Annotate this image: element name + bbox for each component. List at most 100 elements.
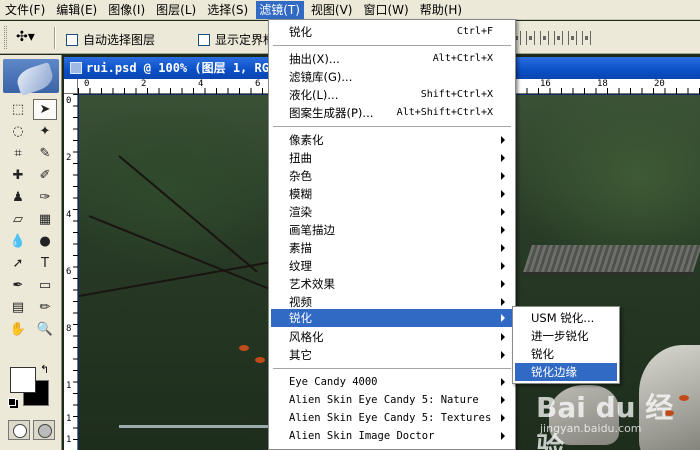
distribute-width-icon[interactable] [568,31,577,45]
foreground-color-swatch[interactable] [10,367,36,393]
submenu-arrow-icon [501,172,505,180]
brush-tool-icon[interactable]: ✐ [33,165,57,186]
menu-edit[interactable]: 编辑(E) [53,1,101,19]
sharpen-usm[interactable]: USM 锐化... [515,309,617,327]
eraser-tool-icon[interactable]: ▱ [6,209,30,230]
sharpen-edges[interactable]: 锐化边缘 [515,363,617,381]
marquee-tool-icon[interactable]: ⬚ [6,99,30,120]
auto-select-layer-box[interactable] [66,33,78,46]
options-grip[interactable] [4,26,7,49]
quick-mask-mode-button[interactable] [33,420,55,440]
gradient-tool-icon[interactable]: ▦ [33,209,57,230]
filter-pixelate[interactable]: 像素化 [271,131,513,149]
ruler-left-label: 4 [66,210,72,220]
filter-last-filter-shortcut: Ctrl+F [456,26,493,37]
filter-eye-candy-nature[interactable]: Alien Skin Eye Candy 5: Nature [271,391,513,409]
distribute-end-icon[interactable] [582,31,591,45]
menu-select[interactable]: 选择(S) [204,1,252,19]
distribute-space-icon[interactable] [554,31,563,45]
pen-tool-icon[interactable]: ✒ [6,275,30,296]
notes-tool-icon[interactable]: ▤ [6,297,30,318]
filter-pattern-maker[interactable]: 图案生成器(P)... Alt+Shift+Ctrl+X [271,104,513,122]
menu-help[interactable]: 帮助(H) [417,1,466,19]
pavilion-roof [522,245,700,275]
ruler-origin[interactable] [64,79,78,94]
magic-wand-tool-icon[interactable]: ✦ [33,121,57,142]
menu-separator [273,126,511,128]
sharpen-usm-label: USM 锐化... [531,311,595,325]
healing-brush-tool-icon[interactable]: ✚ [6,165,30,186]
filter-stylize[interactable]: 风格化 [271,328,513,346]
hand-tool-icon[interactable]: ✋ [6,319,30,340]
lasso-tool-icon[interactable]: ◌ [6,121,30,142]
filter-other[interactable]: 其它 [271,346,513,364]
filter-other-label: 其它 [289,348,312,362]
align-distribute-icons [512,31,591,45]
ruler-top-label: 4 [198,79,204,89]
show-bounds-box[interactable] [198,33,210,46]
history-brush-tool-icon[interactable]: ✑ [33,187,57,208]
sharpen-submenu: USM 锐化... 进一步锐化 锐化 锐化边缘 [512,306,620,384]
filter-texture[interactable]: 纹理 [271,257,513,275]
leaf [255,357,265,363]
zoom-tool-icon[interactable]: 🔍 [33,319,57,340]
menu-window[interactable]: 窗口(W) [360,1,412,19]
sharpen-edges-label: 锐化边缘 [531,365,577,379]
filter-sharpen[interactable]: 锐化 [271,309,513,327]
menu-filter[interactable]: 滤镜(T) [256,0,304,19]
filter-render[interactable]: 渲染 [271,203,513,221]
filter-liquify[interactable]: 液化(L)... Shift+Ctrl+X [271,86,513,104]
options-separator [54,27,56,49]
shape-tool-icon[interactable]: ▭ [33,275,57,296]
auto-select-layer-checkbox[interactable]: 自动选择图层 [66,31,155,48]
crop-tool-icon[interactable]: ⌗ [6,143,30,164]
filter-distort-label: 扭曲 [289,151,312,165]
move-tool-icon[interactable]: ➤ [33,99,57,120]
default-colors-icon[interactable] [8,398,16,406]
filter-artistic-label: 艺术效果 [289,277,335,291]
swap-colors-icon[interactable]: ↰ [40,363,49,376]
auto-select-layer-label: 自动选择图层 [83,33,156,47]
type-tool-icon[interactable]: T [33,253,57,274]
distribute-right-icon[interactable] [540,31,549,45]
filter-noise[interactable]: 杂色 [271,167,513,185]
filter-eye-candy-textures[interactable]: Alien Skin Eye Candy 5: Textures [271,409,513,427]
submenu-arrow-icon [501,333,505,341]
filter-eye-candy-4000[interactable]: Eye Candy 4000 [271,373,513,391]
menu-file[interactable]: 文件(F) [2,1,49,19]
blur-tool-icon[interactable]: 💧 [6,231,30,252]
filter-pattern-maker-shortcut: Alt+Shift+Ctrl+X [396,107,493,118]
sharpen-more[interactable]: 进一步锐化 [515,327,617,345]
menu-view[interactable]: 视图(V) [308,1,357,19]
eyedropper-tool-icon[interactable]: ✏ [33,297,57,318]
filter-distort[interactable]: 扭曲 [271,149,513,167]
filter-eye-candy-4000-label: Eye Candy 4000 [289,376,378,388]
ruler-left-label: 0 [66,96,72,106]
filter-extract[interactable]: 抽出(X)... Alt+Ctrl+X [271,50,513,68]
slice-tool-icon[interactable]: ✎ [33,143,57,164]
filter-artistic[interactable]: 艺术效果 [271,275,513,293]
filter-eye-candy-nature-label: Alien Skin Eye Candy 5: Nature [289,394,479,406]
dodge-tool-icon[interactable]: ● [33,231,57,252]
filter-image-doctor[interactable]: Alien Skin Image Doctor [271,427,513,445]
menu-image[interactable]: 图像(I) [105,1,149,19]
path-selection-tool-icon[interactable]: ➚ [6,253,30,274]
submenu-arrow-icon [501,208,505,216]
clone-stamp-tool-icon[interactable]: ♟ [6,187,30,208]
distribute-hcenter-icon[interactable] [526,31,535,45]
vertical-ruler[interactable]: 0 2 4 6 8 1 1 1 [64,94,78,450]
filter-last-filter[interactable]: 锐化 Ctrl+F [271,23,513,41]
submenu-arrow-icon [501,136,505,144]
filter-brush-strokes[interactable]: 画笔描边 [271,221,513,239]
filter-gallery[interactable]: 滤镜库(G)... [271,68,513,86]
toolbox-header[interactable] [3,59,59,96]
filter-sketch[interactable]: 素描 [271,239,513,257]
show-bounds-checkbox[interactable]: 显示定界框 [198,31,275,48]
baidu-watermark: Bai du 经验 jingyan.baidu.com [536,382,686,450]
ruler-top-label: 2 [141,79,147,89]
filter-blur[interactable]: 模糊 [271,185,513,203]
standard-mode-button[interactable] [8,420,30,440]
move-tool-preset-icon[interactable]: ✣▾ [16,29,46,47]
menu-layer[interactable]: 图层(L) [153,1,200,19]
sharpen-basic[interactable]: 锐化 [515,345,617,363]
